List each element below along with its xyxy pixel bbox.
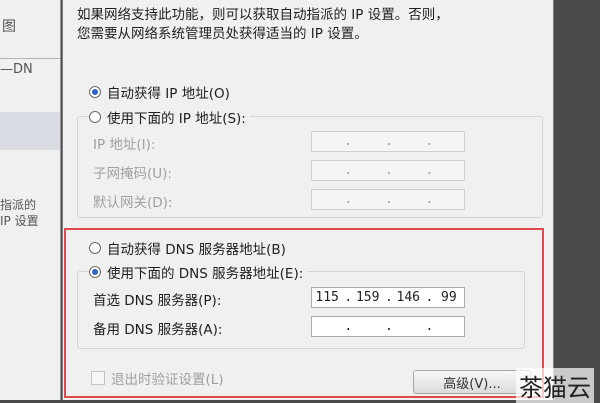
auto-dns-radio[interactable]: 自动获得 DNS 服务器地址(B) [89,238,286,258]
auto-ip-label: 自动获得 IP 地址(O) [107,86,230,102]
auto-ip-radio[interactable]: 自动获得 IP 地址(O) [89,82,230,102]
validate-on-exit-label: 退出时验证设置(L) [111,372,224,388]
background-text: 图 [2,19,16,35]
dialog-description: 如果网络支持此功能，则可以获取自动指派的 IP 设置。否则， 您需要从网络系统管… [77,6,537,44]
background-text: IP 设置 [0,214,39,228]
alternate-dns-label: 备用 DNS 服务器(A): [93,322,223,338]
background-selection-band [0,112,60,150]
description-line: 如果网络支持此功能，则可以获取自动指派的 IP 设置。否则， [77,7,449,23]
advanced-button[interactable]: 高级(V)... [413,370,531,394]
default-gateway-field[interactable]: . . . [311,189,465,210]
manual-dns-radio[interactable]: 使用下面的 DNS 服务器地址(E): [89,262,308,282]
radio-selected-icon [89,266,101,278]
auto-dns-label: 自动获得 DNS 服务器地址(B) [107,242,286,258]
ip-address-label: IP 地址(I): [93,137,156,153]
validate-on-exit-checkbox[interactable]: 退出时验证设置(L) [91,368,224,388]
manual-ip-radio[interactable]: 使用下面的 IP 地址(S): [89,107,250,127]
subnet-mask-label: 子网掩码(U): [93,166,172,182]
preferred-dns-field[interactable]: 115. 159. 146. 99 [311,287,465,308]
description-line: 您需要从网络系统管理员处获得适当的 IP 设置。 [77,26,368,42]
radio-unselected-icon [89,242,101,254]
background-divider [0,58,60,59]
ipv4-properties-dialog: 如果网络支持此功能，则可以获取自动指派的 IP 设置。否则， 您需要从网络系统管… [62,0,554,400]
radio-selected-icon [89,86,101,98]
checkbox-icon [91,371,105,385]
radio-unselected-icon [89,111,101,123]
watermark-logo: 茶猫云 [516,368,594,403]
subnet-mask-field[interactable]: . . . [311,160,465,181]
preferred-dns-label: 首选 DNS 服务器(P): [93,293,222,309]
default-gateway-label: 默认网关(D): [93,195,173,211]
background-text: —DN [0,62,33,77]
manual-dns-label: 使用下面的 DNS 服务器地址(E): [107,266,304,282]
ip-address-field[interactable]: . . . [311,131,465,152]
alternate-dns-field[interactable]: . . . [311,316,465,337]
background-text: 指派的 [0,198,37,212]
background-window: 图 —DN 指派的 IP 设置 [0,0,61,400]
manual-ip-label: 使用下面的 IP 地址(S): [107,111,246,127]
